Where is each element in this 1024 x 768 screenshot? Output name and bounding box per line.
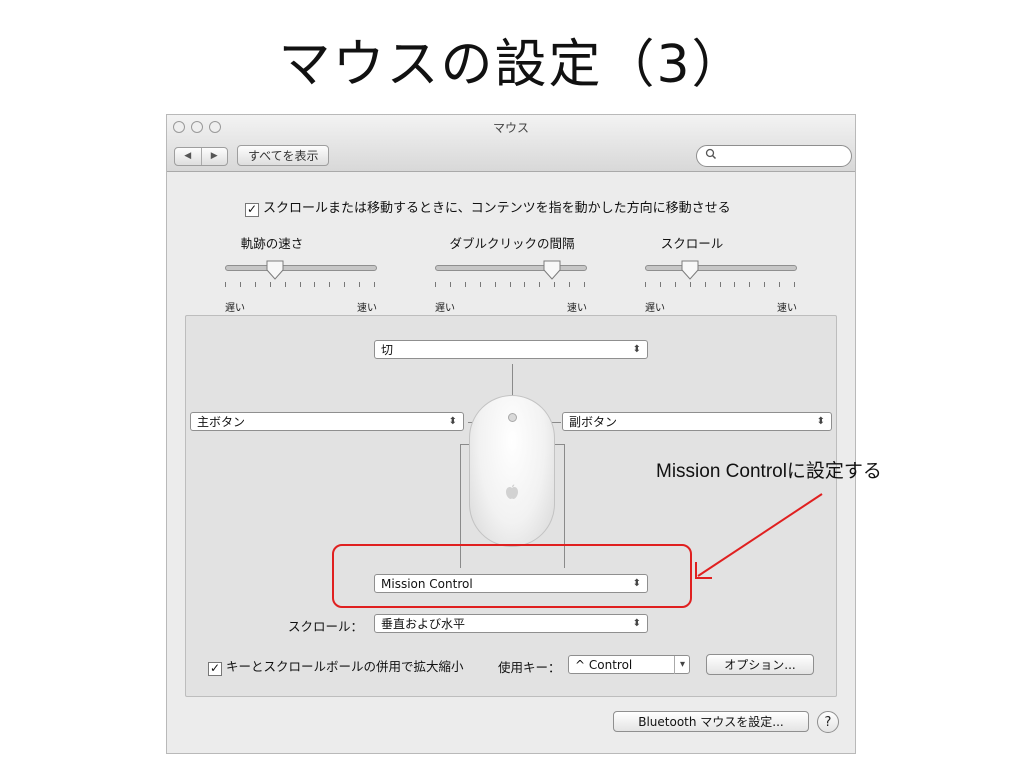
popup-arrows-icon: ⬍ [448,416,457,427]
right-button-select[interactable]: 副ボタン ⬍ [562,412,832,431]
scroll-speed-slider[interactable] [645,265,797,271]
natural-scroll-checkbox[interactable]: ✓ [245,203,259,217]
slider-tick [479,282,481,287]
popup-arrows-icon: ⬍ [816,416,825,427]
modifier-key-value: ^ Control [575,658,633,672]
double-click-min: 遅い [435,303,455,314]
slider-tick [779,282,781,287]
zoom-label: キーとスクロールボールの併用で拡大縮小 [226,659,464,674]
apple-logo-icon [505,484,519,504]
forward-button[interactable]: ▶ [202,148,228,165]
tracking-speed-slider[interactable] [225,265,377,271]
double-click-ticks [435,282,585,288]
scroll-direction-value: 垂直および水平 [381,617,466,631]
tracking-speed-max: 速い [357,303,377,314]
tracking-speed-ticks [225,282,375,288]
zoom-option[interactable]: ✓ キーとスクロールボールの併用で拡大縮小 [208,656,464,676]
slider-tick [464,282,466,287]
connector-br-tick [554,444,564,445]
highlight-box [332,544,692,608]
slider-tick [689,282,691,287]
tracking-speed-min: 遅い [225,303,245,314]
slider-tick [239,282,241,287]
mouse-illustration [469,395,555,547]
scroll-direction-select[interactable]: 垂直および水平 ⬍ [374,614,648,633]
modifier-key-label: 使用キー： [498,660,561,675]
slider-tick [299,282,301,287]
slider-tick [704,282,706,287]
slide-title: マウスの設定（3） [278,35,746,95]
slider-tick [719,282,721,287]
help-button[interactable]: ? [817,711,839,733]
slider-tick [449,282,451,287]
double-click-max: 速い [567,303,587,314]
top-button-value: 切 [381,343,394,357]
window-title: マウス [492,121,529,135]
popup-arrows-icon: ⬍ [632,344,641,355]
natural-scroll-option[interactable]: ✓ スクロールまたは移動するときに、コンテンツを指を動かした方向に移動させる [245,197,731,217]
slider-tick [359,282,361,287]
back-button[interactable]: ◀ [175,148,202,165]
slider-tick [659,282,661,287]
slider-tick [494,282,496,287]
slider-tick [314,282,316,287]
slider-tick [225,282,226,287]
slider-tick [509,282,511,287]
scroll-speed-label: スクロール [660,236,724,251]
slider-tick [764,282,766,287]
slider-tick [554,282,556,287]
options-button[interactable]: オプション... [706,654,814,675]
right-button-value: 副ボタン [569,415,618,429]
annotation-text: Mission Controlに設定する [656,461,882,482]
slider-tick [284,282,286,287]
preferences-window: マウス ◀ ▶ すべてを表示 ✓ スクロールまたは移動するときに、コンテンツを指を… [166,114,856,754]
window-toolbar: マウス ◀ ▶ すべてを表示 [167,115,855,172]
slider-tick [569,282,571,287]
annotation-arrow-icon [695,493,823,579]
slider-tick [254,282,256,287]
left-button-select[interactable]: 主ボタン ⬍ [190,412,464,431]
show-all-button[interactable]: すべてを表示 [237,145,330,166]
slider-tick [584,282,585,287]
scroll-speed-ticks [645,282,795,288]
slider-tick [524,282,526,287]
slider-tick [749,282,751,287]
zoom-checkbox[interactable]: ✓ [208,662,222,676]
search-icon [705,148,717,163]
scroll-ball [508,413,517,422]
bluetooth-setup-button[interactable]: Bluetooth マウスを設定... [613,711,809,732]
slider-tick [645,282,646,287]
search-input[interactable] [696,145,852,167]
modifier-key-select[interactable]: ^ Control ▾ [568,655,690,674]
left-button-value: 主ボタン [197,415,246,429]
nav-buttons: ◀ ▶ [174,147,228,166]
slider-tick [374,282,375,287]
natural-scroll-label: スクロールまたは移動するときに、コンテンツを指を動かした方向に移動させる [263,201,731,216]
double-click-slider[interactable] [435,265,587,271]
slider-tick [329,282,331,287]
double-click-label: ダブルクリックの間隔 [449,236,575,251]
slider-tick [734,282,736,287]
slider-tick [674,282,676,287]
slider-tick [269,282,271,287]
slider-tick [344,282,346,287]
scroll-speed-max: 速い [777,303,797,314]
tracking-speed-label: 軌跡の速さ [240,236,304,251]
scroll-speed-min: 遅い [645,303,665,314]
slider-tick [794,282,795,287]
slider-tick [435,282,436,287]
popup-arrows-icon: ⬍ [632,618,641,629]
top-button-select[interactable]: 切 ⬍ [374,340,648,359]
scroll-direction-label: スクロール： [288,619,364,634]
chevron-down-icon: ▾ [673,656,685,674]
slider-tick [539,282,541,287]
